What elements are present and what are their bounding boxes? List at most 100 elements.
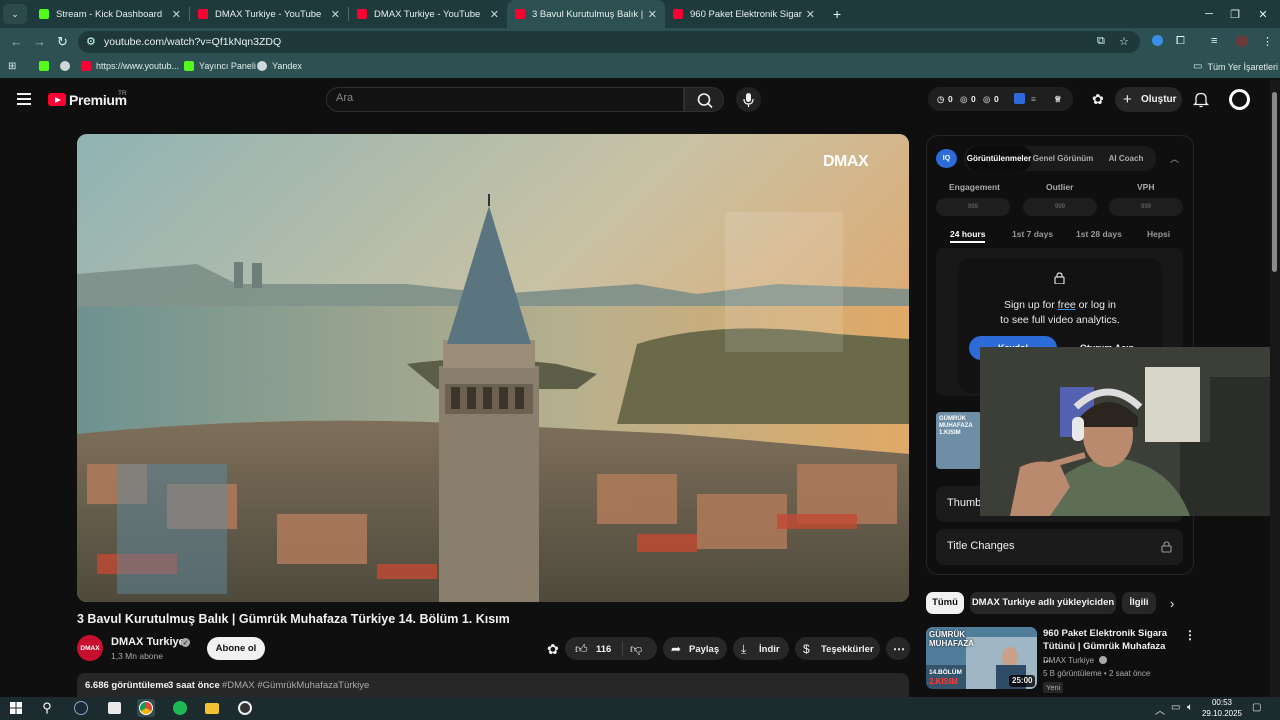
description-box[interactable]: 6.686 görüntüleme 3 saat önce #DMAX #Güm…: [77, 673, 909, 698]
range-24h[interactable]: 24 hours: [950, 229, 985, 239]
browser-tab[interactable]: 960 Paket Elektronik Sigara Tüti ✕: [665, 0, 823, 28]
chevron-right-icon[interactable]: ›: [1170, 596, 1174, 611]
network-icon[interactable]: ▭: [1171, 702, 1180, 713]
search-icon[interactable]: ⚲: [38, 699, 56, 717]
obs-icon[interactable]: [236, 699, 254, 717]
all-bookmarks[interactable]: ▭ Tüm Yer İşaretleri: [1193, 61, 1278, 72]
channel-name[interactable]: DMAX Turkiye: [111, 636, 185, 648]
kick-icon: [184, 61, 194, 71]
tab-overview[interactable]: Genel Görünüm: [1032, 146, 1094, 171]
globe-icon: [60, 61, 70, 71]
tab-views[interactable]: Görüntülenmeler: [966, 146, 1032, 171]
file-explorer-icon[interactable]: [203, 699, 221, 717]
system-clock[interactable]: 00:53 29.10.2025: [1199, 697, 1245, 719]
search-input[interactable]: [336, 92, 666, 104]
tab-title: Stream - Kick Dashboard: [56, 8, 163, 20]
bookmark-youtube[interactable]: https://www.youtub...: [81, 61, 179, 71]
steam-icon[interactable]: [72, 699, 90, 717]
youtube-icon: [198, 9, 208, 19]
close-tab-icon[interactable]: ✕: [648, 8, 657, 21]
create-button[interactable]: + Oluştur: [1115, 87, 1182, 112]
lock-icon: [1161, 541, 1172, 553]
share-button[interactable]: ➦ Paylaş: [663, 637, 727, 660]
title-changes-row[interactable]: Title Changes: [936, 529, 1183, 565]
bookmark-yayinci[interactable]: Yayıncı Paneli: [184, 61, 256, 71]
thanks-button[interactable]: $ Teşekkürler: [795, 637, 880, 660]
download-button[interactable]: ⤓ İndir: [733, 637, 789, 660]
subscriber-count: 1,3 Mn abone: [111, 651, 163, 661]
tab-title: 3 Bavul Kurutulmuş Balık | Gümr: [532, 8, 644, 20]
chip-related[interactable]: İlgili: [1122, 592, 1156, 614]
notifications-icon[interactable]: ▢: [1252, 702, 1261, 713]
store-icon[interactable]: [105, 699, 123, 717]
chrome-icon[interactable]: [137, 699, 155, 717]
subscribe-button[interactable]: Abone ol: [207, 637, 265, 660]
browser-tab[interactable]: DMAX Turkiye - YouTube ✕: [190, 0, 348, 28]
windows-taskbar: [0, 697, 1280, 720]
close-window-icon[interactable]: ✕: [1246, 0, 1280, 28]
tab-search-button[interactable]: ⌄: [3, 4, 27, 24]
suggested-channel[interactable]: DMAX Turkiye: [1043, 656, 1108, 665]
site-info-icon[interactable]: ⚙: [86, 35, 96, 48]
extension-stats-pill[interactable]: ◷ 0 ◎ 0 ◎ 0 ≡ ♕: [928, 87, 1073, 111]
volume-icon[interactable]: 🔈︎: [1187, 702, 1193, 713]
streamer-webcam: [980, 347, 1280, 516]
range-28d[interactable]: 1st 28 days: [1076, 229, 1122, 239]
notifications-bell-icon[interactable]: [1192, 90, 1210, 108]
chip-all[interactable]: Tümü: [926, 592, 964, 614]
tab-ai-coach[interactable]: AI Coach: [1098, 146, 1154, 171]
close-tab-icon[interactable]: ✕: [172, 8, 181, 21]
close-tab-icon[interactable]: ✕: [331, 8, 340, 21]
channel-avatar[interactable]: DMAX: [77, 635, 103, 661]
dislike-icon[interactable]: 👎︎: [630, 642, 642, 657]
account-avatar[interactable]: [1229, 89, 1250, 110]
spotify-icon[interactable]: [171, 699, 189, 717]
vidiq-logo-icon: IQ: [936, 149, 957, 168]
bookmark-kick[interactable]: [39, 61, 54, 71]
video-player[interactable]: [77, 134, 909, 602]
more-actions-button[interactable]: ⋯: [886, 637, 910, 660]
address-bar[interactable]: ⚙ youtube.com/watch?v=Qf1kNqn3ZDQ: [78, 31, 1140, 53]
bookmark-globe[interactable]: [60, 61, 75, 71]
new-tab-icon[interactable]: +: [833, 6, 841, 22]
hashtags[interactable]: #DMAX #GümrükMuhafazaTürkiye: [222, 680, 369, 691]
tab-title: 960 Paket Elektronik Sigara Tüti: [690, 8, 802, 20]
apps-grid-icon[interactable]: ⊞: [8, 61, 16, 72]
reading-list-icon[interactable]: ≡: [1211, 35, 1217, 47]
close-tab-icon[interactable]: ✕: [490, 8, 499, 21]
install-icon[interactable]: ⧉: [1097, 35, 1105, 48]
close-tab-icon[interactable]: ✕: [806, 8, 815, 21]
scrollbar-thumb[interactable]: [1272, 92, 1277, 272]
menu-kebab-icon[interactable]: ⋮: [1262, 35, 1273, 48]
browser-tab-active[interactable]: 3 Bavul Kurutulmuş Balık | Gümr ✕: [507, 0, 665, 28]
search-button[interactable]: [684, 87, 724, 112]
more-vertical-icon[interactable]: ⋮: [1184, 628, 1196, 642]
browser-tab[interactable]: DMAX Turkiye - YouTube ✕: [349, 0, 507, 28]
extension-flower-icon[interactable]: ✿: [547, 641, 559, 658]
like-icon[interactable]: 👍︎: [575, 642, 588, 657]
extension-flower-icon[interactable]: ✿: [1092, 91, 1104, 108]
range-all[interactable]: Hepsi: [1147, 229, 1170, 239]
reload-icon[interactable]: ↻: [57, 34, 68, 50]
collapse-chevron-icon[interactable]: ︿: [1170, 152, 1179, 165]
signup-free-link[interactable]: free: [1058, 299, 1076, 311]
browser-tab[interactable]: Stream - Kick Dashboard ✕: [31, 0, 189, 28]
voice-search-button[interactable]: [736, 87, 761, 112]
windows-start-icon[interactable]: [7, 699, 25, 717]
show-hidden-icons[interactable]: ︿: [1155, 702, 1165, 717]
profile-avatar[interactable]: [1236, 35, 1248, 47]
chip-from-uploader[interactable]: DMAX Turkiye adlı yükleyiciden: [970, 592, 1116, 614]
menu-hamburger-icon[interactable]: [17, 93, 31, 108]
bookmark-star-icon[interactable]: ☆: [1119, 35, 1129, 48]
signup-text: Sign up for: [1003, 299, 1058, 311]
bookmark-yandex[interactable]: Yandex: [257, 61, 302, 71]
share-icon: ➦: [671, 642, 682, 656]
youtube-logo-icon[interactable]: [48, 93, 66, 106]
range-7d[interactable]: 1st 7 days: [1012, 229, 1053, 239]
search-icon: [697, 93, 713, 109]
back-icon[interactable]: ←: [10, 34, 23, 49]
forward-icon[interactable]: →: [33, 34, 46, 49]
extensions-puzzle-icon[interactable]: ⧠: [1176, 35, 1185, 48]
extension-icon[interactable]: [1152, 35, 1163, 46]
like-count: 116: [596, 644, 612, 655]
